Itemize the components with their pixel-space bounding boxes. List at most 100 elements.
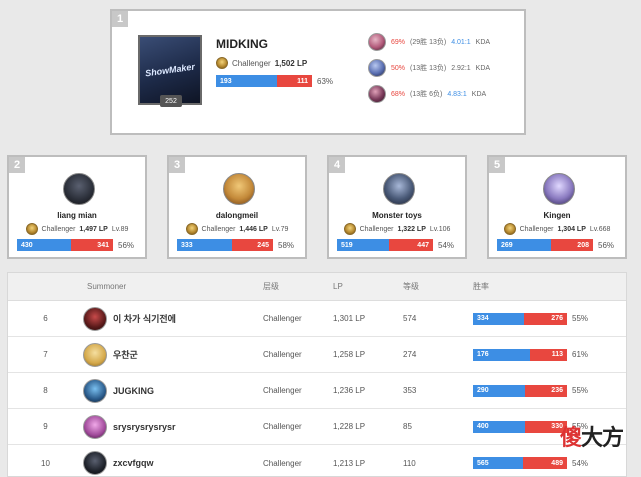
champion-icon [368,59,386,77]
champion-record: (13胜 13负) [410,65,447,72]
table-row[interactable]: 6 이 차가 식기전에 Challenger 1,301 LP 574 334 … [8,301,626,337]
player-name[interactable]: Monster toys [329,211,465,220]
row-lp: 1,228 LP [333,422,366,431]
challenger-emblem-icon [185,223,198,235]
table-row[interactable]: 7 우찬군 Challenger 1,258 LP 274 176 113 61… [8,337,626,373]
player-card-5[interactable]: 5 Kingen Challenger 1,304 LP Lv.668 269 … [487,155,627,259]
winloss-bar: 430 341 [17,239,113,251]
rank-badge: 1 [112,11,128,27]
challenger-emblem-icon [216,57,228,69]
wins-segment: 400 [473,420,525,433]
row-lp: 1,258 LP [333,350,366,359]
header-winrate[interactable]: 胜率 [473,281,623,292]
header-tier[interactable]: 层级 [263,281,333,292]
avatar [543,173,575,205]
row-summoner[interactable]: zxcvfgqw [83,451,263,475]
rank-badge: 5 [489,157,505,173]
wins-segment: 565 [473,457,524,469]
row-tier: Challenger [263,350,302,359]
champion-list: 69% (29胜 13负) 4.01:1 KDA 50% (13胜 13负) 2… [368,33,490,103]
header-level[interactable]: 等级 [403,281,473,292]
row-summoner[interactable]: srysrysrysrysr [83,414,263,439]
champion-winrate: 50% [391,64,406,72]
tier-line: Challenger 1,502 LP [216,57,307,69]
player-name[interactable]: liang mian [9,211,145,220]
champion-winrate: 69% [391,38,406,46]
wins-segment: 176 [473,348,531,361]
table-header: Summoner 层级 LP 等级 胜率 [8,273,626,301]
challenger-emblem-icon [25,223,38,235]
watermark-logo: 傻大方 [560,420,624,452]
winloss-bar: 400 330 [473,420,567,433]
player-name[interactable]: Kingen [489,211,625,220]
tier-label: Challenger [201,225,236,233]
summoner-name[interactable]: zxcvfgqw [113,458,154,468]
challenger-emblem-icon [503,223,516,235]
avatar [383,173,415,205]
row-level: 85 [403,422,412,431]
profile-icon-logo: ShowMaker [144,61,196,79]
champion-winrate: 68% [391,90,406,98]
winloss-bar: 334 276 [473,312,567,325]
summoner-name[interactable]: JUGKING [113,386,154,396]
champion-kda: 4.01:1 [451,38,471,46]
table-row[interactable]: 10 zxcvfgqw Challenger 1,213 LP 110 565 … [8,445,626,477]
row-summoner[interactable]: 우찬군 [83,342,263,367]
champion-row: 69% (29胜 13负) 4.01:1 KDA [368,33,490,51]
row-lp: 1,301 LP [333,314,366,323]
winloss-row: 519 447 54% [337,239,459,251]
row-tier: Challenger [263,314,302,323]
lp-value: 1,304 LP [557,225,586,233]
avatar [223,173,255,205]
row-level: 353 [403,386,417,395]
player-card-4[interactable]: 4 Monster toys Challenger 1,322 LP Lv.10… [327,155,467,259]
row-tier: Challenger [263,386,302,395]
table-row[interactable]: 9 srysrysrysrysr Challenger 1,228 LP 85 … [8,409,626,445]
winloss-row: 430 341 56% [17,239,139,251]
row-winrate: 290 236 55% [473,384,623,397]
row-tier: Challenger [263,458,302,468]
header-summoner[interactable]: Summoner [83,282,263,291]
wins-segment: 519 [337,239,389,251]
losses-segment: 113 [530,348,567,361]
level-label: Lv.79 [271,225,289,233]
avatar [83,414,107,439]
row-rank: 10 [41,458,50,468]
row-summoner[interactable]: 이 차가 식기전에 [83,306,263,331]
losses-segment: 341 [70,239,113,251]
losses-segment: 236 [524,384,567,397]
rank-badge: 3 [169,157,185,173]
player-name[interactable]: dalongmeil [169,211,305,220]
champion-row: 68% (13胜 6负) 4.83:1 KDA [368,85,490,103]
summoner-name[interactable]: 우찬군 [113,348,138,361]
summoner-name[interactable]: 이 차가 식기전에 [113,312,176,325]
tier-line: Challenger 1,497 LP Lv.89 [9,223,145,235]
player-card-2[interactable]: 2 liang mian Challenger 1,497 LP Lv.89 4… [7,155,147,259]
row-winrate: 334 276 55% [473,312,623,325]
lp-value: 1,446 LP [239,225,268,233]
wins-segment: 334 [473,312,525,325]
row-lp: 1,236 LP [333,386,366,395]
tier-line: Challenger 1,322 LP Lv.106 [329,223,465,235]
table-row[interactable]: 8 JUGKING Challenger 1,236 LP 353 290 23… [8,373,626,409]
tier-label: Challenger [41,225,76,233]
row-level: 574 [403,314,417,323]
row-summoner[interactable]: JUGKING [83,378,263,403]
champion-icon [368,85,386,103]
top-player-card[interactable]: 1 ShowMaker 252 MIDKING Challenger 1,502… [110,9,526,135]
avatar [83,342,107,367]
lp-value: 1,502 LP [274,58,308,68]
losses-segment: 111 [276,75,312,87]
winloss-bar: 565 489 [473,457,567,469]
player-card-3[interactable]: 3 dalongmeil Challenger 1,446 LP Lv.79 3… [167,155,307,259]
avatar [83,306,107,331]
champion-record: (13胜 6负) [410,91,443,98]
wins-segment: 269 [497,239,552,251]
champion-kda: 4.83:1 [447,90,467,98]
wins-segment: 290 [473,384,525,397]
summoner-name[interactable]: srysrysrysrysr [113,422,176,432]
header-lp[interactable]: LP [333,282,403,291]
winloss-bar: 290 236 [473,384,567,397]
winloss-row: 333 245 58% [177,239,299,251]
player-name[interactable]: MIDKING [216,37,268,51]
